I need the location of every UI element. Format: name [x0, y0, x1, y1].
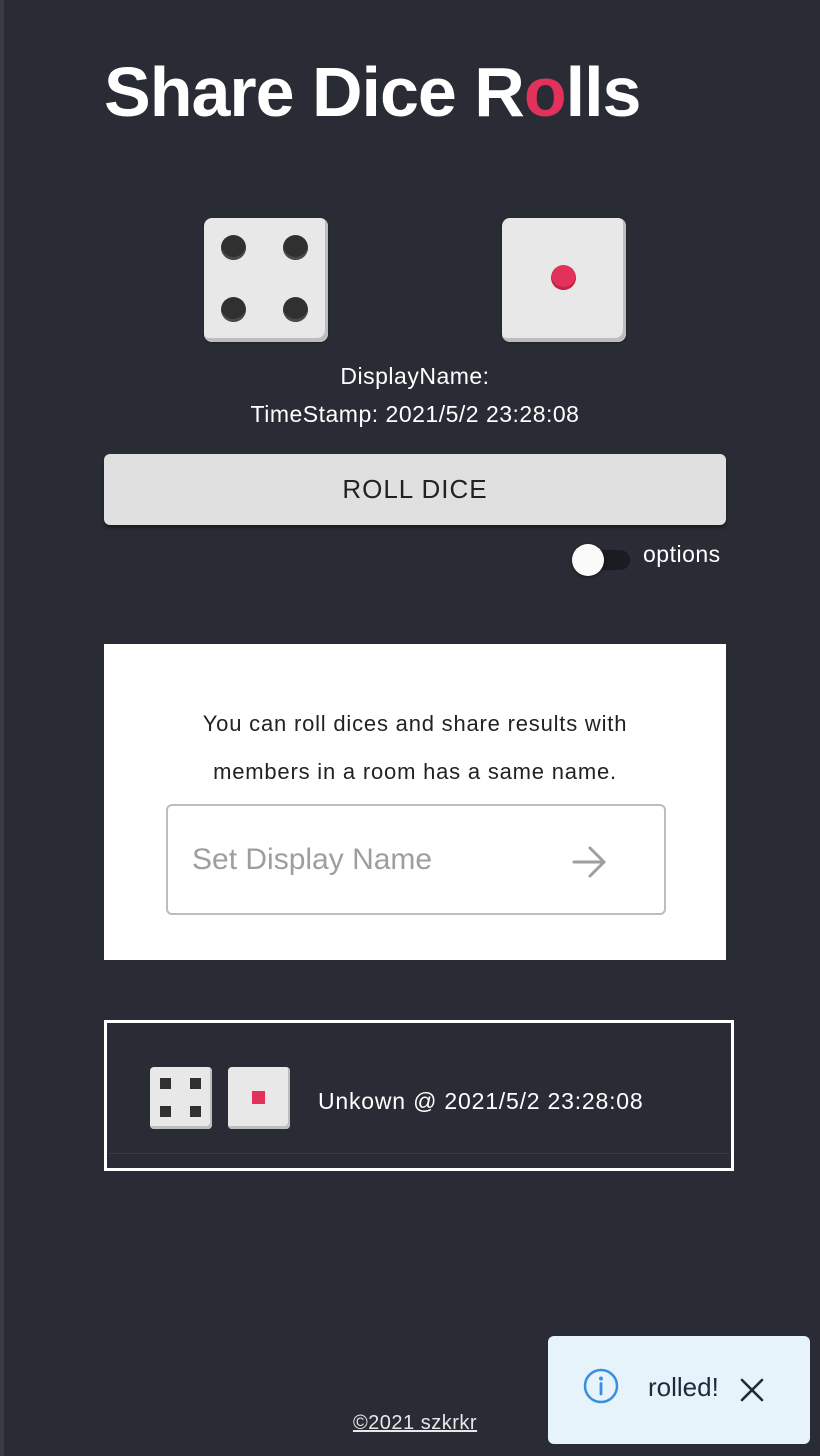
die-pip: [551, 265, 576, 290]
history-die-four: [150, 1067, 212, 1129]
history-die-one: [228, 1067, 290, 1129]
card-description-line: members in a room has a same name.: [213, 759, 617, 784]
toggle-knob[interactable]: [572, 544, 604, 576]
title-text-start: Share Dice R: [104, 53, 525, 131]
card-description-line: You can roll dices and share results wit…: [202, 711, 628, 736]
title-text-end: lls: [565, 53, 642, 131]
history-row: Unkown @ 2021/5/2 23:28:08: [109, 1025, 729, 1154]
roll-history: Unkown @ 2021/5/2 23:28:08: [104, 1020, 734, 1171]
arrow-right-icon[interactable]: [568, 842, 612, 882]
roll-dice-button[interactable]: ROLL DICE: [104, 454, 726, 525]
history-entry-text: Unkown @ 2021/5/2 23:28:08: [318, 1088, 644, 1114]
die-pip: [160, 1078, 171, 1089]
die-pip: [190, 1106, 201, 1117]
die-pip: [221, 235, 246, 260]
timestamp-label: TimeStamp: 2021/5/2 23:28:08: [250, 401, 580, 427]
toast-notification: rolled!: [548, 1336, 810, 1444]
die-pip: [190, 1078, 201, 1089]
die-pip: [160, 1106, 171, 1117]
options-toggle[interactable]: [572, 544, 632, 576]
close-icon[interactable]: [738, 1376, 766, 1404]
window-edge: [0, 0, 4, 1456]
die-two: [502, 218, 626, 342]
die-pip: [283, 235, 308, 260]
options-label: options: [643, 541, 721, 567]
toast-message: rolled!: [648, 1372, 719, 1402]
die-one: [204, 218, 328, 342]
card-description: You can roll dices and share results wit…: [104, 700, 726, 796]
page-title: Share Dice Rolls: [104, 52, 642, 132]
display-name-label: DisplayName:: [340, 363, 490, 389]
die-pip: [221, 297, 246, 322]
display-name-input[interactable]: [192, 838, 552, 882]
app-page: Share Dice Rolls DisplayName: TimeStamp:…: [0, 0, 820, 1456]
display-name-card: You can roll dices and share results wit…: [104, 644, 726, 960]
info-icon: [583, 1368, 619, 1404]
title-accent-letter: o: [523, 53, 567, 131]
die-pip: [252, 1091, 265, 1104]
display-name-field[interactable]: [166, 804, 666, 915]
die-pip: [283, 297, 308, 322]
